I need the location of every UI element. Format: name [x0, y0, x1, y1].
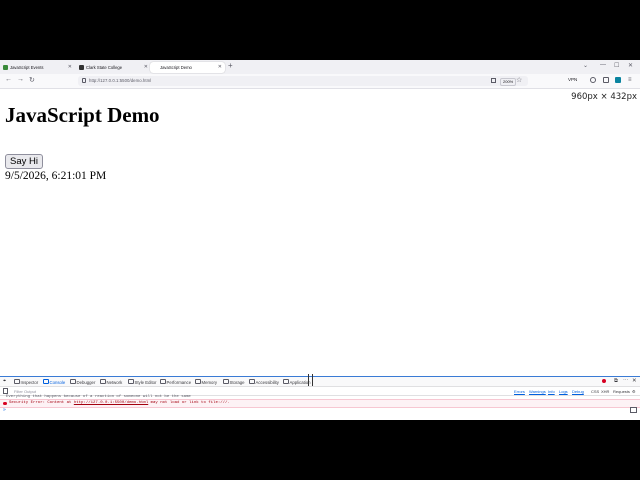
- tab-label: JavaScript Events: [10, 65, 44, 70]
- tab-label: Network: [106, 379, 123, 385]
- performance-icon: [160, 378, 166, 384]
- viewport-size-indicator: 960px × 432px: [571, 92, 637, 102]
- page-title: JavaScript Demo: [5, 103, 160, 127]
- storage-icon: [223, 378, 229, 384]
- dock-options-icon[interactable]: ⧉: [614, 378, 618, 385]
- tab-performance[interactable]: Performance: [160, 378, 192, 385]
- filter-xhr[interactable]: XHR: [601, 389, 609, 394]
- error-suffix: may not load or link to file:///.: [148, 401, 230, 405]
- tab-clark-state-college[interactable]: Clark State College ✕: [76, 62, 151, 73]
- error-link[interactable]: http://127.0.0.1:5500/demo.html: [74, 401, 148, 405]
- account-icon[interactable]: [590, 77, 596, 83]
- error-count-icon[interactable]: [602, 379, 606, 383]
- tab-storage[interactable]: Storage: [223, 378, 245, 385]
- reload-icon[interactable]: ↻: [29, 76, 35, 84]
- tab-strip: JavaScript Events ✕ Clark State College …: [0, 60, 640, 74]
- accessibility-icon: [249, 378, 255, 384]
- vpn-button[interactable]: VPN: [568, 77, 577, 82]
- navigation-bar: ← → ↻ http://127.0.0.1:5500/demo.html 20…: [0, 74, 640, 89]
- site-info-icon[interactable]: [82, 78, 86, 83]
- tab-label: Accessibility: [255, 379, 279, 385]
- tab-label: Memory: [201, 379, 218, 385]
- tab-label: Debugger: [76, 379, 96, 385]
- tab-console[interactable]: Console: [43, 378, 66, 385]
- zoom-level-badge[interactable]: 200%: [500, 77, 517, 86]
- url-text[interactable]: http://127.0.0.1:5500/demo.html: [89, 78, 151, 83]
- tab-javascript-demo[interactable]: JavaScript Demo ✕: [150, 62, 225, 73]
- tab-accessibility[interactable]: Accessibility: [249, 378, 279, 385]
- tab-memory[interactable]: Memory: [195, 378, 218, 385]
- split-console-icon[interactable]: [630, 407, 637, 413]
- pick-element-icon[interactable]: ⌖: [3, 378, 6, 385]
- url-bar[interactable]: http://127.0.0.1:5500/demo.html 200% ☆: [78, 76, 528, 86]
- resize-handle[interactable]: [308, 374, 313, 386]
- tab-label: Storage: [229, 379, 245, 385]
- memory-icon: [195, 378, 201, 384]
- close-window-icon[interactable]: ✕: [628, 62, 633, 69]
- tab-style-editor[interactable]: Style Editor: [128, 378, 157, 385]
- forward-icon[interactable]: →: [17, 76, 24, 83]
- close-devtools-icon[interactable]: ✕: [632, 378, 637, 384]
- close-tab-icon[interactable]: ✕: [68, 64, 72, 70]
- tab-label: Console: [49, 379, 66, 385]
- debugger-icon: [70, 378, 76, 384]
- maximize-icon[interactable]: ☐: [614, 62, 619, 69]
- tab-favicon: [3, 65, 8, 70]
- browser-window: JavaScript Events ✕ Clark State College …: [0, 60, 640, 420]
- back-icon[interactable]: ←: [5, 76, 12, 83]
- console-icon: [43, 378, 49, 384]
- filter-info[interactable]: Info: [548, 389, 555, 394]
- filter-requests[interactable]: Requests: [613, 389, 630, 394]
- devtools-tab-bar: ⌖ Inspector Console Debugger Network Sty…: [0, 374, 640, 387]
- profile-icon[interactable]: [615, 77, 621, 83]
- application-icon: [283, 378, 289, 384]
- filter-css[interactable]: CSS: [591, 389, 599, 394]
- bookmark-star-icon[interactable]: ☆: [516, 76, 522, 84]
- close-tab-icon[interactable]: ✕: [218, 64, 222, 70]
- console-input-prompt[interactable]: »: [3, 407, 6, 413]
- console-error-row: Security Error: Content at http://127.0.…: [0, 399, 640, 408]
- filter-errors[interactable]: Errors: [514, 389, 525, 394]
- reader-view-icon[interactable]: [491, 78, 496, 83]
- filter-logs[interactable]: Logs: [559, 389, 568, 394]
- error-icon: [3, 401, 7, 405]
- tab-label: JavaScript Demo: [160, 65, 192, 70]
- filter-warnings[interactable]: Warnings: [529, 389, 546, 394]
- say-hi-button[interactable]: Say Hi: [5, 154, 43, 169]
- tab-javascript-events[interactable]: JavaScript Events ✕: [0, 62, 75, 73]
- menu-icon[interactable]: ≡: [628, 77, 632, 83]
- clear-console-icon[interactable]: [3, 388, 8, 394]
- error-prefix: Security Error: Content at: [9, 401, 74, 405]
- minimize-icon[interactable]: —: [600, 62, 606, 68]
- tab-favicon: [153, 65, 158, 70]
- tab-label: Performance: [166, 379, 192, 385]
- tab-debugger[interactable]: Debugger: [70, 378, 96, 385]
- filter-output-input[interactable]: Filter Output: [14, 389, 36, 394]
- network-icon: [100, 378, 106, 384]
- page-content: 960px × 432px JavaScript Demo Say Hi 9/5…: [0, 89, 640, 376]
- tab-inspector[interactable]: Inspector: [14, 378, 39, 385]
- tab-label: Clark State College: [86, 65, 123, 70]
- tab-network[interactable]: Network: [100, 378, 123, 385]
- filter-debug[interactable]: Debug: [572, 389, 584, 394]
- new-tab-icon[interactable]: +: [228, 61, 233, 70]
- error-message: Security Error: Content at http://127.0.…: [9, 401, 230, 405]
- tab-label: Inspector: [20, 379, 39, 385]
- tab-favicon: [79, 65, 84, 70]
- devtools-panel: ⌖ Inspector Console Debugger Network Sty…: [0, 374, 640, 420]
- tab-application[interactable]: Application: [283, 378, 311, 385]
- inspector-icon: [14, 378, 20, 384]
- extensions-icon[interactable]: [603, 77, 609, 83]
- style-editor-icon: [128, 378, 134, 384]
- tab-label: Style Editor: [134, 379, 157, 385]
- close-tab-icon[interactable]: ✕: [144, 64, 148, 70]
- devtools-menu-icon[interactable]: ⋯: [623, 378, 629, 384]
- list-tabs-icon[interactable]: ⌄: [583, 62, 588, 69]
- datetime-output: 9/5/2026, 6:21:01 PM: [5, 170, 107, 182]
- console-settings-icon[interactable]: ⚙: [632, 389, 636, 394]
